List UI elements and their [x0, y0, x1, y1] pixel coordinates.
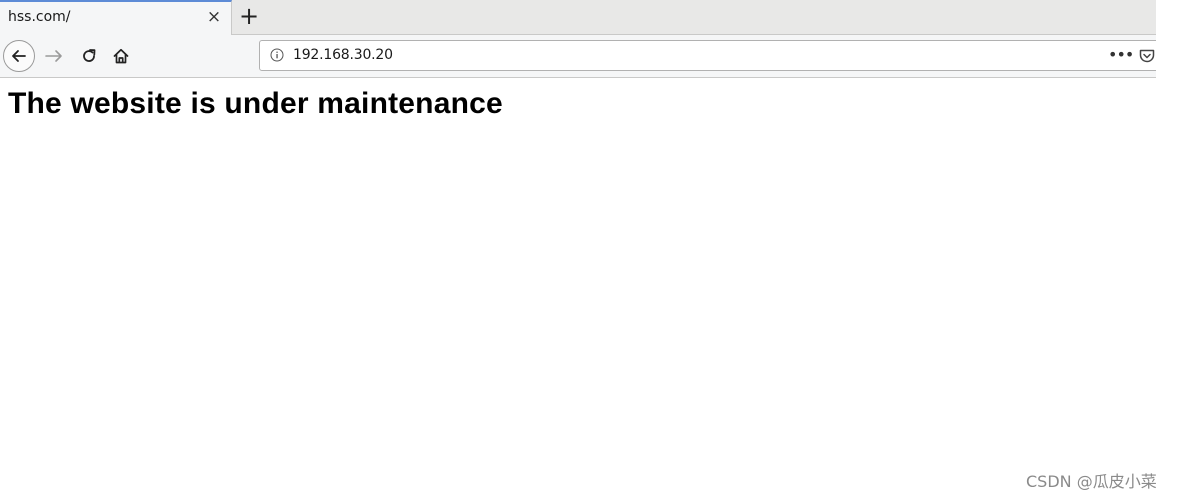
- page-heading: The website is under maintenance: [8, 87, 503, 120]
- url-text[interactable]: 192.168.30.20: [293, 47, 393, 63]
- tab-title: hss.com/: [8, 9, 71, 25]
- navigation-toolbar: 192.168.30.20 •••: [0, 35, 1163, 78]
- arrow-right-icon: [45, 50, 62, 62]
- back-button[interactable]: [3, 40, 35, 72]
- page-margin: [1156, 0, 1178, 497]
- watermark-text: CSDN @瓜皮小菜: [1026, 472, 1157, 491]
- arrow-left-icon: [12, 50, 26, 62]
- home-icon: [113, 48, 129, 64]
- new-tab-button[interactable]: +: [238, 3, 260, 29]
- home-button[interactable]: [110, 45, 132, 67]
- tab-active[interactable]: hss.com/ ×: [0, 0, 232, 35]
- reload-button[interactable]: [78, 45, 100, 67]
- page-actions-menu-button[interactable]: •••: [1108, 46, 1134, 66]
- url-bar[interactable]: 192.168.30.20 •••: [259, 40, 1163, 71]
- close-tab-icon[interactable]: ×: [205, 7, 223, 27]
- page-content: The website is under maintenance: [0, 78, 1156, 497]
- tab-strip: hss.com/ × +: [0, 0, 1156, 35]
- browser-window: hss.com/ × + 192.168.30.20 ••• The websi…: [0, 0, 1178, 497]
- reload-icon: [83, 49, 96, 62]
- pocket-icon[interactable]: [1138, 47, 1156, 65]
- forward-button[interactable]: [42, 45, 66, 67]
- info-icon[interactable]: [270, 48, 284, 62]
